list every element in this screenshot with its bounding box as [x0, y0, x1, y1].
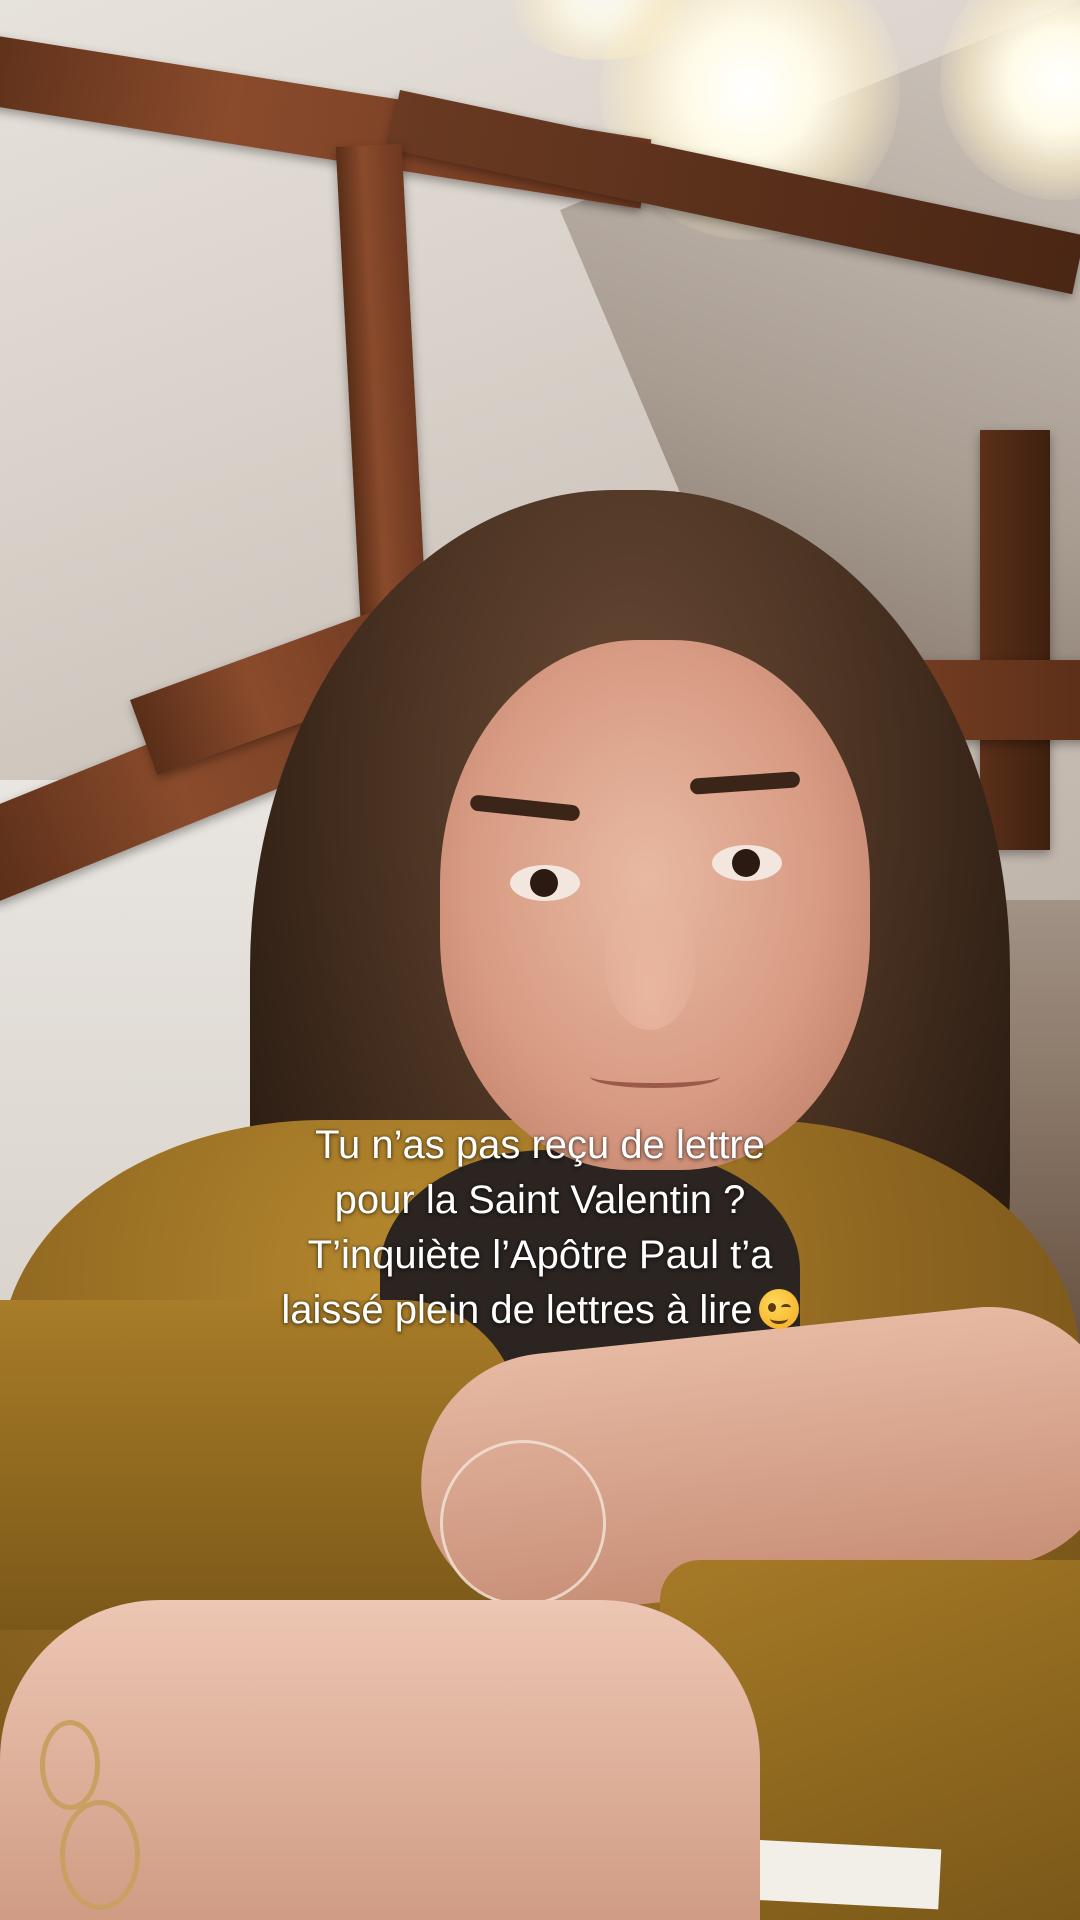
- wooden-post: [980, 430, 1050, 850]
- eye: [712, 845, 782, 881]
- ring: [60, 1800, 140, 1910]
- ring: [40, 1720, 100, 1810]
- eye: [510, 865, 580, 901]
- mouth: [590, 1065, 720, 1088]
- caption-line: T’inquiète l’Apôtre Paul t’a: [307, 1233, 773, 1277]
- caption-line: pour la Saint Valentin ?: [334, 1178, 746, 1222]
- video-frame: Tu n’as pas reçu de lettre pour la Saint…: [0, 0, 1080, 1920]
- caption-line-last: laissé plein de lettres à lire: [140, 1283, 940, 1338]
- caption-overlay: Tu n’as pas reçu de lettre pour la Saint…: [140, 1118, 940, 1338]
- nose: [605, 900, 695, 1030]
- caption-line: Tu n’as pas reçu de lettre: [315, 1123, 765, 1167]
- caption-line-text: laissé plein de lettres à lire: [281, 1288, 753, 1332]
- winking-face-emoji-icon: [758, 1289, 799, 1329]
